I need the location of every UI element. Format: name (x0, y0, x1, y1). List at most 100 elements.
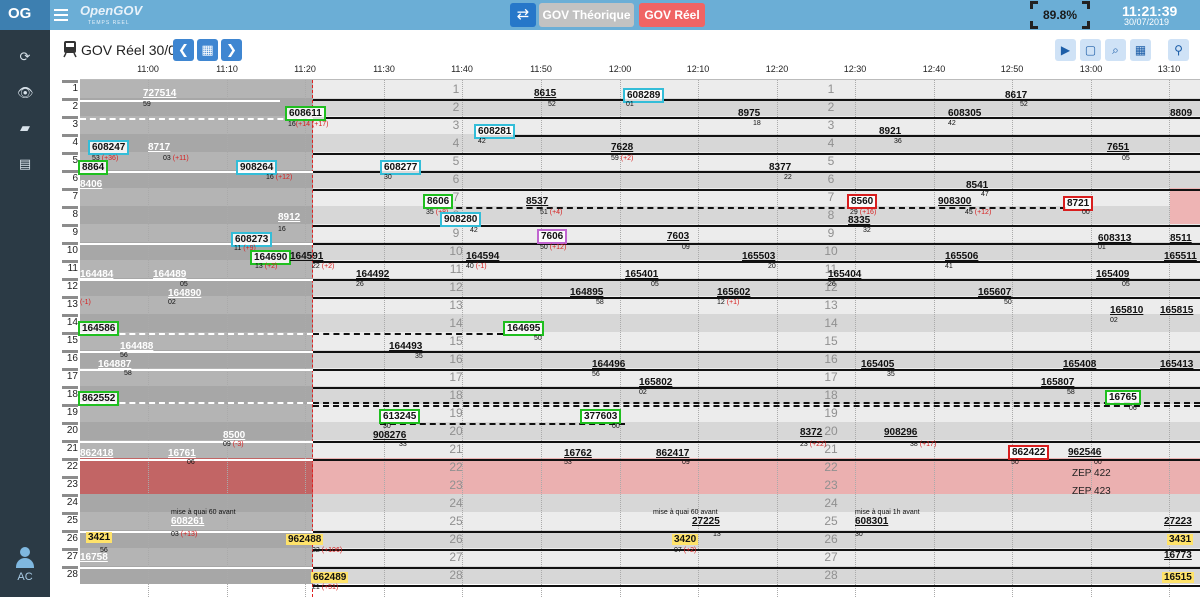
train-862422[interactable]: 862422 (1008, 445, 1050, 460)
train-608305[interactable]: 608305 (948, 108, 981, 119)
train-8372[interactable]: 8372 (800, 427, 822, 438)
train-8377[interactable]: 8377 (769, 162, 791, 173)
train-862552[interactable]: 862552 (78, 391, 120, 406)
train-27225[interactable]: 27225 (692, 516, 720, 527)
train-8921[interactable]: 8921 (879, 126, 901, 137)
train-962546[interactable]: 962546 (1068, 447, 1101, 458)
gov-reel-button[interactable]: GOV Réel (639, 3, 705, 27)
train-8717[interactable]: 8717 (148, 142, 170, 153)
train-8541[interactable]: 8541 (966, 180, 988, 191)
train-165607[interactable]: 165607 (978, 287, 1011, 298)
train-8537[interactable]: 8537 (526, 196, 548, 207)
menu-icon[interactable] (54, 6, 68, 22)
train-165404[interactable]: 165404 (828, 269, 861, 280)
next-day-button[interactable]: ❯ (221, 39, 242, 61)
train-27223[interactable]: 27223 (1164, 516, 1192, 527)
train-608313[interactable]: 608313 (1098, 233, 1131, 244)
train-164895[interactable]: 164895 (570, 287, 603, 298)
zoom-indicator[interactable]: 89.8% (1030, 1, 1090, 29)
train-164890[interactable]: 164890 (168, 288, 201, 299)
train-165413[interactable]: 165413 (1160, 359, 1193, 370)
play-button[interactable]: ▶ (1055, 39, 1076, 61)
train-8560[interactable]: 8560 (847, 194, 878, 209)
train-8912[interactable]: 8912 (278, 212, 300, 223)
train-8406[interactable]: 8406 (80, 179, 102, 190)
train-164591[interactable]: 164591 (290, 251, 323, 262)
train-164489[interactable]: 164489 (153, 269, 186, 280)
train-608281[interactable]: 608281 (474, 124, 516, 139)
train-164586[interactable]: 164586 (78, 321, 120, 336)
train-862417[interactable]: 862417 (656, 448, 689, 459)
train-165503[interactable]: 165503 (742, 251, 775, 262)
train-16761[interactable]: 16761 (168, 448, 196, 459)
train-3420[interactable]: 3420 (672, 534, 699, 545)
train-7628[interactable]: 7628 (611, 142, 633, 153)
train-862418[interactable]: 862418 (80, 448, 113, 459)
train-8809[interactable]: 8809 (1170, 108, 1192, 119)
train-7651[interactable]: 7651 (1107, 142, 1129, 153)
train-908276[interactable]: 908276 (373, 430, 406, 441)
train-165810[interactable]: 165810 (1110, 305, 1143, 316)
train-8975[interactable]: 8975 (738, 108, 760, 119)
train-165807[interactable]: 165807 (1041, 377, 1074, 388)
train-8511[interactable]: 8511 (1170, 233, 1192, 244)
train-165409[interactable]: 165409 (1096, 269, 1129, 280)
train-16765[interactable]: 16765 (1105, 390, 1141, 405)
train-608611[interactable]: 608611 (285, 106, 326, 121)
gov-theorique-button[interactable]: GOV Théorique (539, 3, 634, 27)
train-164492[interactable]: 164492 (356, 269, 389, 280)
previous-day-button[interactable]: ❮ (173, 39, 194, 61)
train-165408[interactable]: 165408 (1063, 359, 1096, 370)
train-16515[interactable]: 16515 (1162, 572, 1194, 583)
train-613245[interactable]: 613245 (379, 409, 421, 424)
train-165506[interactable]: 165506 (945, 251, 978, 262)
location-button[interactable]: ⚲ (1168, 39, 1189, 61)
train-164493[interactable]: 164493 (389, 341, 422, 352)
train-908264[interactable]: 908264 (236, 160, 278, 175)
train-164695[interactable]: 164695 (503, 321, 545, 336)
train-662489[interactable]: 662489 (311, 572, 349, 583)
train-164484[interactable]: 164484 (80, 269, 113, 280)
train-8500[interactable]: 8500 (223, 430, 245, 441)
train-377603[interactable]: 377603 (580, 409, 622, 424)
train-7603[interactable]: 7603 (667, 231, 689, 242)
train-8606[interactable]: 8606 (423, 194, 454, 209)
swap-view-button[interactable]: ⇄ (510, 3, 536, 27)
train-165511[interactable]: 165511 (1164, 251, 1197, 262)
train-608247[interactable]: 608247 (88, 140, 130, 155)
train-8864[interactable]: 8864 (78, 160, 109, 175)
train-608261[interactable]: 608261 (171, 516, 204, 527)
train-164887[interactable]: 164887 (98, 359, 131, 370)
folder-icon[interactable]: ▰ (17, 120, 33, 136)
calendar-button[interactable]: ▦ (197, 39, 218, 61)
search-button[interactable]: ⌕ (1105, 39, 1126, 61)
train-165405[interactable]: 165405 (861, 359, 894, 370)
book-icon[interactable]: ▤ (17, 156, 33, 172)
train-165815[interactable]: 165815 (1160, 305, 1193, 316)
train-165802[interactable]: 165802 (639, 377, 672, 388)
train-165602[interactable]: 165602 (717, 287, 750, 298)
stop-button[interactable]: ▢ (1080, 39, 1101, 61)
table-button[interactable]: ▦ (1130, 39, 1151, 61)
eye-icon[interactable]: 👁 (17, 85, 34, 101)
train-16773[interactable]: 16773 (1164, 550, 1192, 561)
user-avatar[interactable] (15, 547, 35, 569)
train-908296[interactable]: 908296 (884, 427, 917, 438)
train-908280[interactable]: 908280 (440, 212, 482, 227)
train-164594[interactable]: 164594 (466, 251, 499, 262)
train-608301[interactable]: 608301 (855, 516, 888, 527)
train-8335[interactable]: 8335 (848, 215, 870, 226)
train-908300[interactable]: 908300 (938, 196, 971, 207)
train-608277[interactable]: 608277 (380, 160, 422, 175)
train-7606[interactable]: 7606 (537, 229, 568, 244)
train-164488[interactable]: 164488 (120, 341, 153, 352)
train-962488[interactable]: 962488 (286, 534, 324, 545)
train-727514[interactable]: 727514 (143, 88, 176, 99)
train-8617[interactable]: 8617 (1005, 90, 1027, 101)
train-3421[interactable]: 3421 (86, 532, 113, 543)
train-8615[interactable]: 8615 (534, 88, 556, 99)
train-3431[interactable]: 3431 (1167, 534, 1194, 545)
train-164496[interactable]: 164496 (592, 359, 625, 370)
train-165401[interactable]: 165401 (625, 269, 658, 280)
train-16762[interactable]: 16762 (564, 448, 592, 459)
